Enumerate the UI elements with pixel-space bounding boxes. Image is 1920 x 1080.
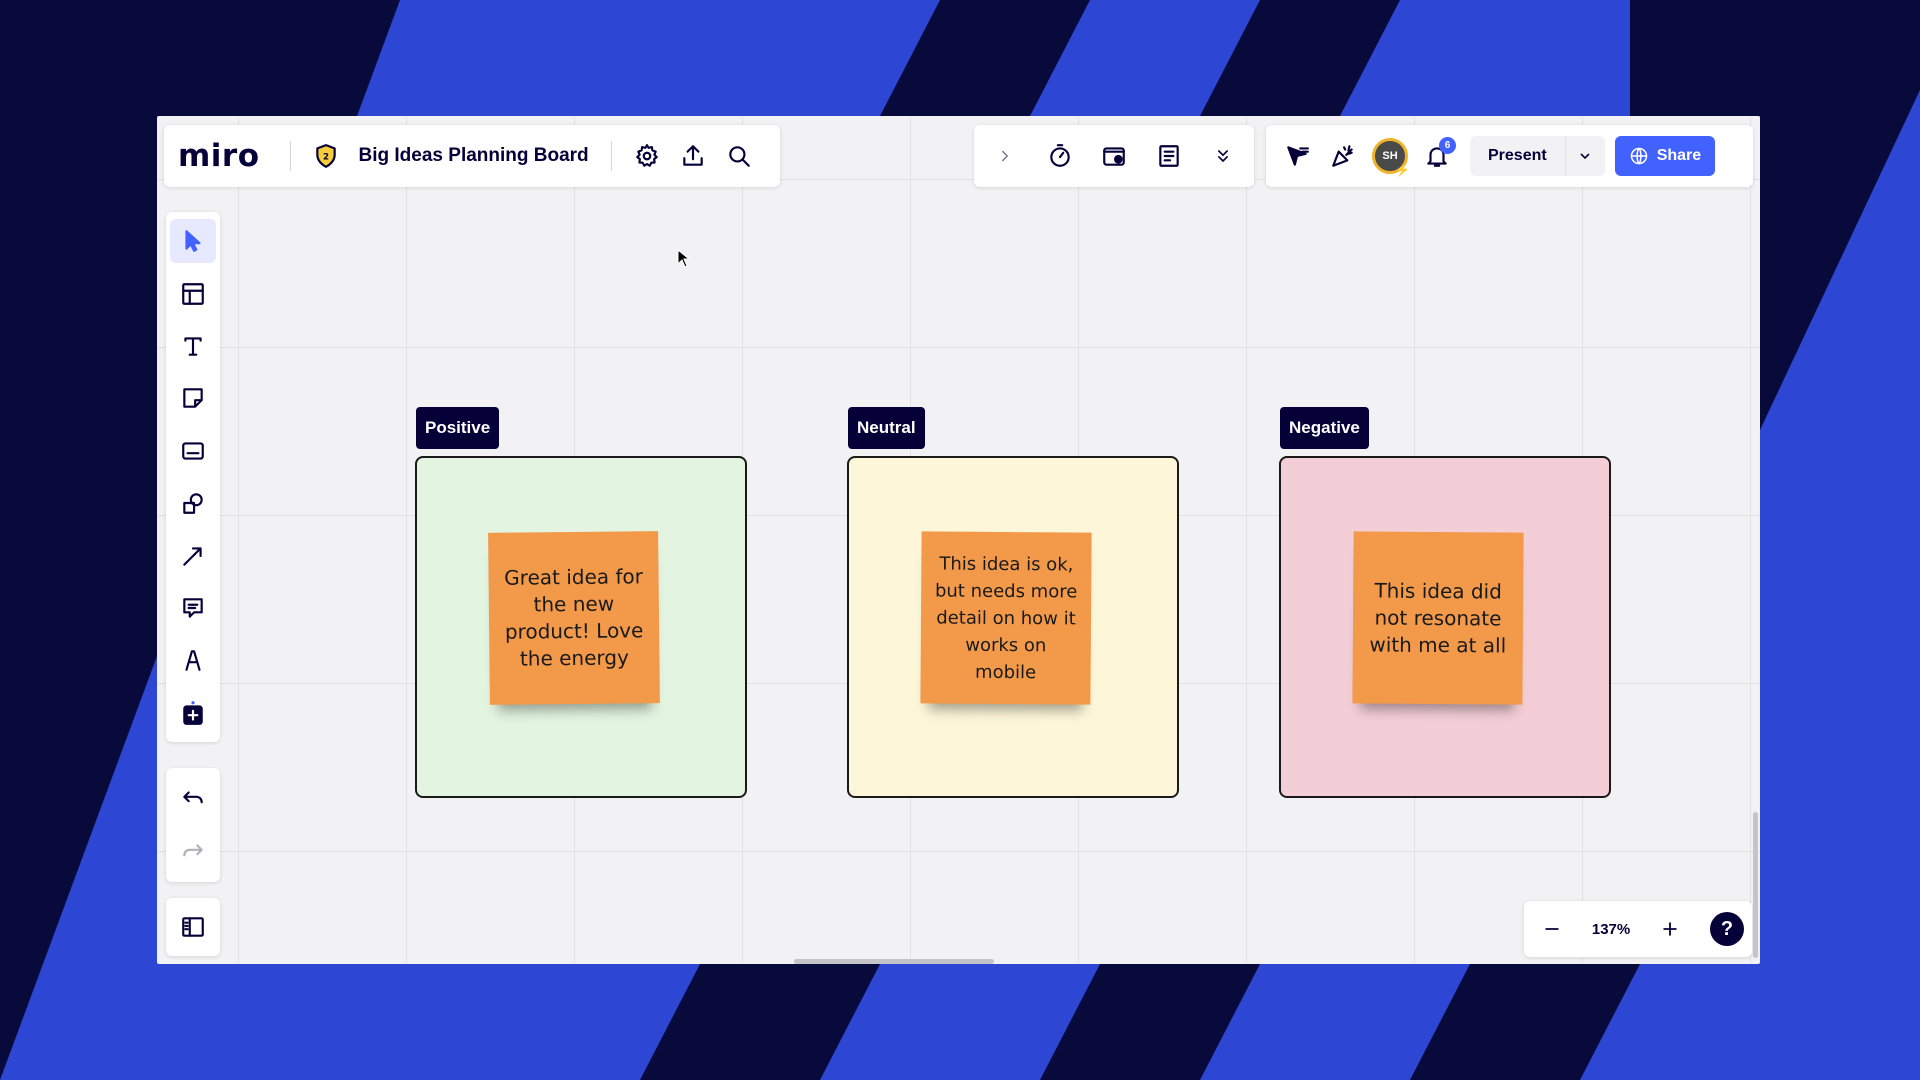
present-button[interactable]: Present: [1470, 136, 1565, 176]
timer-icon[interactable]: [1037, 133, 1083, 179]
sticky-note-neutral[interactable]: This idea is ok, but needs more detail o…: [920, 531, 1092, 705]
chevron-down-icon: [1580, 153, 1590, 160]
pointer-arrow-icon: [185, 230, 201, 253]
undo-icon: [183, 790, 203, 803]
comment-icon: [183, 598, 203, 618]
board-header: miro 2 Big Ideas Planning Board: [164, 125, 780, 187]
frame-label-positive[interactable]: Positive: [416, 407, 500, 449]
miro-board-window: Positive Great idea for the new product!…: [157, 116, 1760, 964]
redo-icon: [183, 843, 203, 856]
sticky-note-negative[interactable]: This idea did not resonate with me at al…: [1352, 531, 1524, 705]
globe-icon: [1630, 147, 1647, 165]
present-dropdown[interactable]: [1564, 136, 1605, 176]
shapes-icon: [183, 493, 203, 515]
upload-export-icon[interactable]: [670, 133, 716, 179]
divider: [289, 141, 291, 171]
share-label: Share: [1656, 147, 1702, 164]
video-capture-icon[interactable]: [1091, 133, 1137, 179]
double-chevron-down-icon[interactable]: [1200, 133, 1246, 179]
pen-icon: [185, 650, 201, 672]
cursor-filter-icon[interactable]: [1274, 133, 1320, 179]
celebrate-icon[interactable]: [1320, 133, 1366, 179]
history-toolbar: [166, 768, 220, 882]
share-button[interactable]: Share: [1614, 136, 1716, 176]
shield-icon[interactable]: 2: [303, 133, 349, 179]
card-tool[interactable]: [170, 429, 216, 473]
avatar-initials: SH: [1382, 150, 1398, 162]
zoom-in-button[interactable]: [1650, 909, 1690, 949]
board-title[interactable]: Big Ideas Planning Board: [359, 145, 589, 167]
board-sidebar-toggle-panel: [166, 898, 220, 956]
sticky-note-positive[interactable]: Great idea for the new product! Love the…: [488, 531, 660, 705]
select-tool[interactable]: [170, 219, 216, 264]
miro-logo[interactable]: miro: [178, 138, 260, 174]
sidebar-toggle-button[interactable]: [170, 904, 216, 950]
user-avatar[interactable]: SH ⚡: [1372, 138, 1410, 177]
chevron-right-icon[interactable]: [982, 133, 1028, 179]
zoom-controls: 137% ?: [1524, 901, 1752, 957]
divider: [610, 141, 612, 171]
arrow-line-icon: [183, 546, 202, 566]
connection-line-tool[interactable]: [170, 533, 216, 577]
collaboration-panel: SH ⚡ 6 Present Share: [1266, 125, 1753, 187]
frame-positive[interactable]: Great idea for the new product! Love the…: [415, 456, 747, 798]
add-apps-icon: [183, 700, 203, 725]
vertical-scrollbar[interactable]: [1753, 812, 1758, 958]
pen-tool[interactable]: [170, 638, 216, 682]
undo-button[interactable]: [170, 776, 216, 821]
text-icon: [184, 337, 202, 356]
comment-tool[interactable]: [170, 586, 216, 630]
creation-toolbar: [166, 212, 220, 742]
text-tool[interactable]: [170, 324, 216, 368]
frame-label-negative[interactable]: Negative: [1280, 407, 1369, 449]
present-button-group: Present: [1470, 136, 1605, 176]
templates-tool[interactable]: [170, 271, 216, 315]
redo-button[interactable]: [170, 829, 216, 874]
minus-icon: [1545, 928, 1559, 930]
search-icon[interactable]: [716, 133, 762, 179]
sidebar-icon: [182, 917, 204, 937]
shapes-tool[interactable]: [170, 481, 216, 525]
frame-label-neutral[interactable]: Neutral: [848, 407, 925, 449]
notes-icon[interactable]: [1146, 133, 1192, 179]
sticky-note-icon: [183, 388, 203, 409]
settings-gear-icon[interactable]: [624, 133, 670, 179]
card-icon: [182, 442, 204, 460]
notification-count-badge: 6: [1439, 137, 1456, 154]
notifications-bell-icon[interactable]: 6: [1414, 133, 1460, 179]
sticky-note-tool[interactable]: [170, 376, 216, 420]
zoom-level[interactable]: 137%: [1592, 921, 1630, 938]
plus-icon: [1663, 922, 1677, 936]
lightning-icon: ⚡: [1395, 163, 1410, 177]
svg-text:2: 2: [323, 152, 329, 162]
horizontal-scrollbar[interactable]: [794, 959, 994, 964]
board-tools-panel: [974, 125, 1254, 187]
mouse-cursor-icon: [677, 249, 691, 268]
more-apps-tool[interactable]: [170, 691, 216, 735]
frame-negative[interactable]: This idea did not resonate with me at al…: [1279, 456, 1611, 798]
help-button[interactable]: ?: [1710, 912, 1744, 946]
templates-icon: [182, 282, 204, 305]
frame-neutral[interactable]: This idea is ok, but needs more detail o…: [847, 456, 1179, 798]
zoom-out-button[interactable]: [1532, 909, 1572, 949]
